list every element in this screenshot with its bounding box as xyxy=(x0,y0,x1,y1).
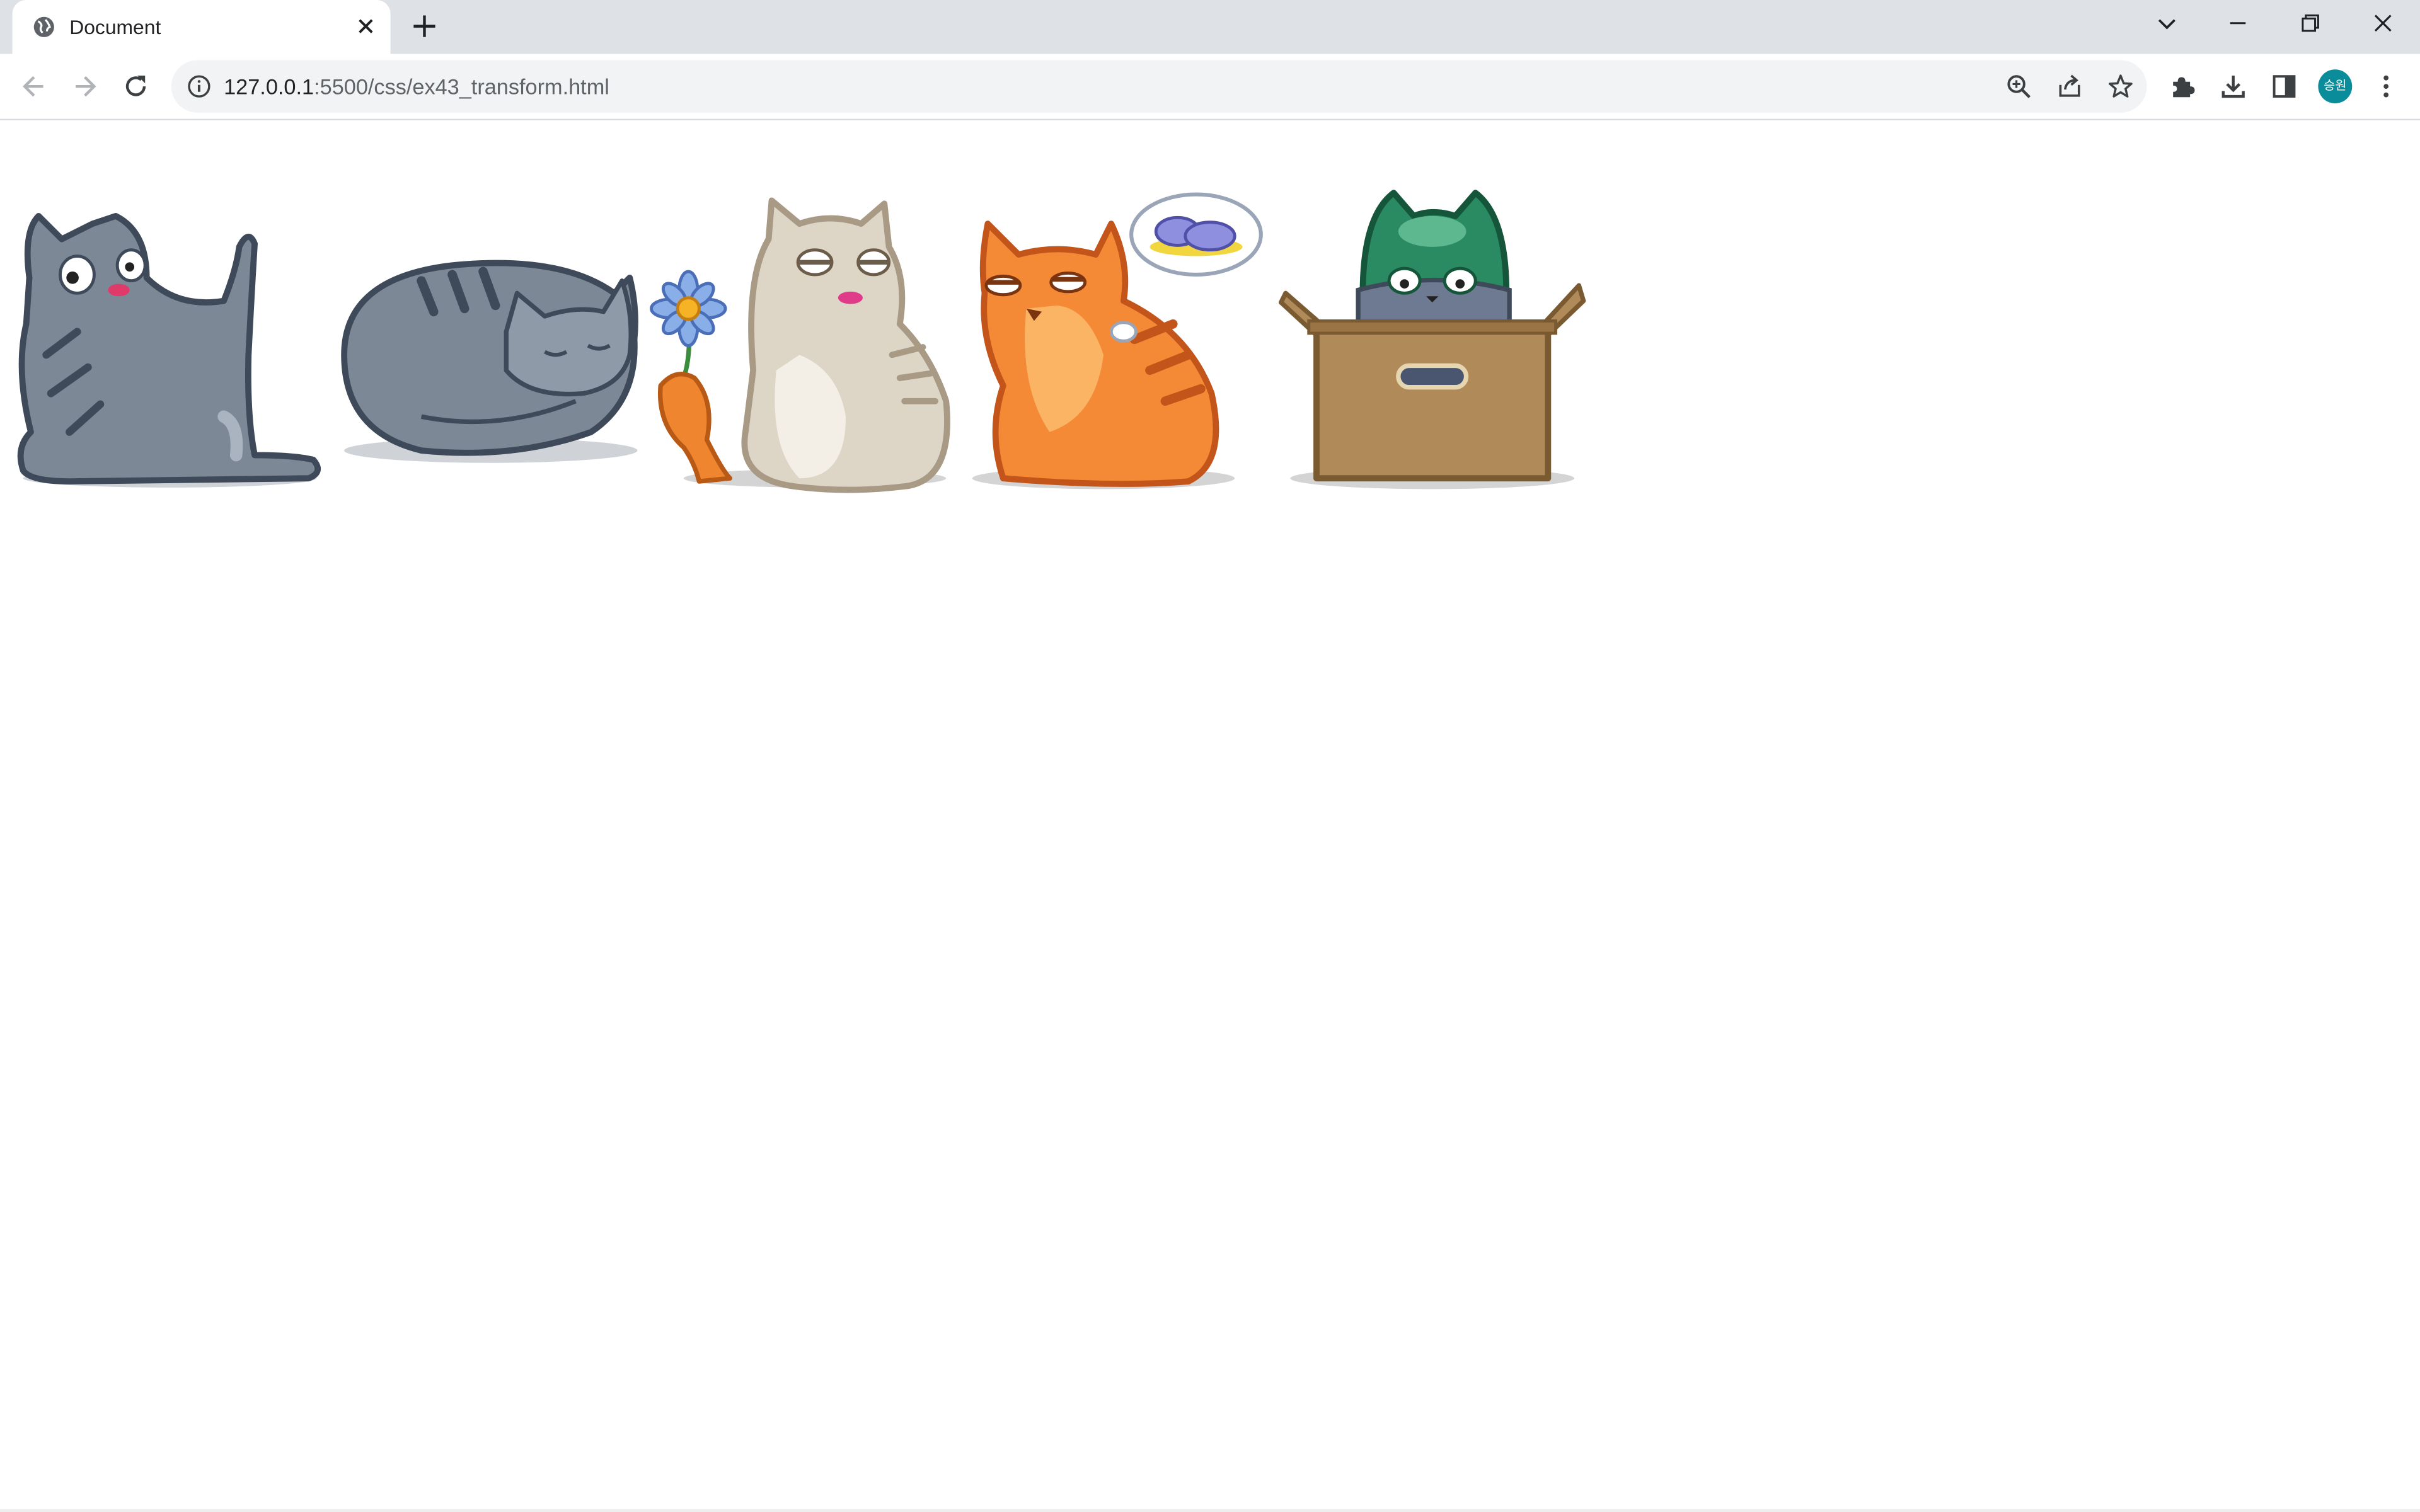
gray-cat-stretching-image xyxy=(17,212,321,488)
browser-toolbar: 127.0.0.1:5500/css/ex43_transform.html 승… xyxy=(0,54,2420,119)
profile-avatar[interactable]: 승원 xyxy=(2318,69,2353,104)
tab-strip: Document xyxy=(0,0,2420,54)
bookmark-star-icon[interactable] xyxy=(2107,72,2135,100)
forward-arrow-icon[interactable] xyxy=(69,71,100,102)
page-bottom-edge xyxy=(0,1509,2420,1512)
cat-in-box-with-helmet-image xyxy=(1278,190,1586,490)
page-content xyxy=(0,120,2420,1509)
address-bar[interactable]: 127.0.0.1:5500/css/ex43_transform.html xyxy=(171,60,2147,113)
back-arrow-icon[interactable] xyxy=(18,71,49,102)
globe-icon xyxy=(33,16,54,37)
minimize-icon[interactable] xyxy=(2225,11,2250,35)
restore-icon[interactable] xyxy=(2298,11,2323,35)
close-tab-icon[interactable] xyxy=(354,14,378,38)
url-text[interactable]: 127.0.0.1:5500/css/ex43_transform.html xyxy=(224,72,609,100)
extensions-puzzle-icon[interactable] xyxy=(2169,72,2196,100)
new-tab-icon[interactable] xyxy=(410,13,438,40)
download-icon[interactable] xyxy=(2220,72,2247,100)
more-menu-icon[interactable] xyxy=(2372,72,2400,100)
side-panel-icon[interactable] xyxy=(2270,72,2298,100)
share-icon[interactable] xyxy=(2056,72,2083,100)
zoom-icon[interactable] xyxy=(2005,72,2032,100)
tab-title: Document xyxy=(69,15,161,39)
url-path: :5500/css/ex43_transform.html xyxy=(314,74,609,99)
orange-cat-dreaming-slippers-image xyxy=(972,192,1263,490)
site-info-icon[interactable] xyxy=(187,74,211,99)
tab-search-chevron-icon[interactable] xyxy=(2155,11,2179,35)
gray-cat-sleeping-image xyxy=(341,260,638,463)
tab-document[interactable]: Document xyxy=(12,0,391,54)
reload-icon[interactable] xyxy=(120,71,151,102)
url-host: 127.0.0.1 xyxy=(224,74,314,99)
beige-cat-with-flower-image xyxy=(650,197,950,493)
close-window-icon[interactable] xyxy=(2371,11,2395,35)
